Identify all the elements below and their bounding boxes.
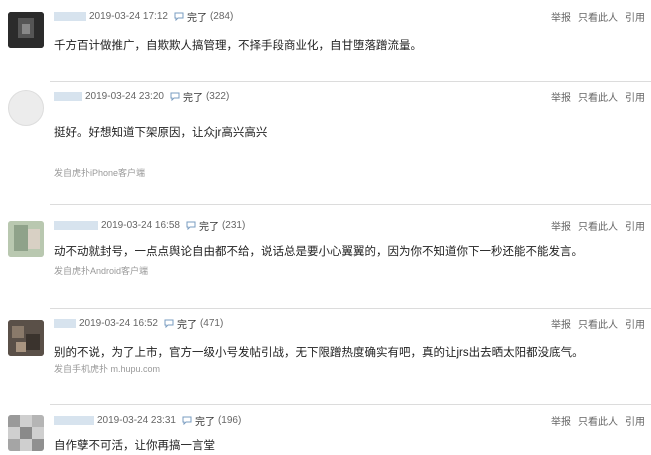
username[interactable]	[54, 11, 86, 21]
avatar[interactable]	[8, 415, 44, 451]
report-link[interactable]: 举报	[551, 89, 571, 104]
quote-link[interactable]: 引用	[625, 9, 645, 24]
comment-actions: 举报 只看此人 引用	[551, 88, 645, 104]
username[interactable]	[54, 318, 76, 328]
reply-author[interactable]: 完了	[199, 218, 219, 233]
reply-icon	[170, 92, 180, 101]
only-this-user-link[interactable]: 只看此人	[578, 316, 618, 331]
reply-author[interactable]: 完了	[187, 9, 207, 24]
comment-actions: 举报 只看此人 引用	[551, 217, 645, 233]
timestamp: 2019-03-24 23:20	[85, 90, 164, 102]
comment-meta: 2019-03-24 16:52 完了 (471)	[54, 315, 223, 331]
only-this-user-link[interactable]: 只看此人	[578, 413, 618, 428]
comment-text: 别的不说，为了上市，官方一级小号发帖引战，无下限蹭热度确实有吧，真的让jrs出去…	[54, 347, 584, 359]
quote-link[interactable]: 引用	[625, 89, 645, 104]
quote-link[interactable]: 引用	[625, 413, 645, 428]
timestamp: 2019-03-24 17:12	[89, 10, 168, 22]
avatar[interactable]	[8, 320, 44, 356]
comment-text: 动不动就封号，一点点舆论自由都不给，说话总是要小心翼翼的，因为你不知道你下一秒还…	[54, 246, 583, 258]
comment-meta: 2019-03-24 23:20 完了 (322)	[54, 88, 229, 104]
quote-link[interactable]: 引用	[625, 218, 645, 233]
reply-author[interactable]: 完了	[195, 413, 215, 428]
timestamp: 2019-03-24 16:52	[79, 317, 158, 329]
comment-actions: 举报 只看此人 引用	[551, 315, 645, 331]
comment-meta: 2019-03-24 23:31 完了 (196)	[54, 412, 241, 428]
timestamp: 2019-03-24 23:31	[97, 414, 176, 426]
avatar[interactable]	[8, 90, 44, 126]
comment-item: 2019-03-24 23:31 完了 (196) 举报 只看此人 引用 自作孽…	[0, 405, 651, 455]
light-count: (471)	[199, 317, 224, 329]
light-count: (231)	[221, 219, 246, 231]
comment-list: 2019-03-24 17:12 完了 (284) 举报 只看此人 引用 千方百…	[0, 0, 651, 455]
reply-icon	[174, 12, 184, 21]
comment-text: 千方百计做推广，自欺欺人搞管理，不择手段商业化，自甘堕落蹭流量。	[54, 40, 422, 52]
comment-text: 自作孽不可活，让你再搞一言堂	[54, 440, 215, 452]
username[interactable]	[54, 220, 98, 230]
only-this-user-link[interactable]: 只看此人	[578, 218, 618, 233]
comment-actions: 举报 只看此人 引用	[551, 412, 645, 428]
light-count: (322)	[205, 90, 230, 102]
client-source: 发自手机虎扑 m.hupu.com	[54, 364, 161, 374]
client-source: 发自虎扑Android客户端	[54, 266, 149, 276]
comment-meta: 2019-03-24 17:12 完了 (284)	[54, 8, 233, 24]
only-this-user-link[interactable]: 只看此人	[578, 9, 618, 24]
report-link[interactable]: 举报	[551, 218, 571, 233]
reply-author[interactable]: 完了	[183, 89, 203, 104]
comment-item: 2019-03-24 23:20 完了 (322) 举报 只看此人 引用 挺好。…	[0, 82, 651, 205]
report-link[interactable]: 举报	[551, 413, 571, 428]
quote-link[interactable]: 引用	[625, 316, 645, 331]
light-count: (196)	[217, 414, 242, 426]
only-this-user-link[interactable]: 只看此人	[578, 89, 618, 104]
username[interactable]	[54, 91, 82, 101]
avatar[interactable]	[8, 12, 44, 48]
avatar[interactable]	[8, 221, 44, 257]
username[interactable]	[54, 415, 94, 425]
report-link[interactable]: 举报	[551, 9, 571, 24]
reply-icon	[182, 416, 192, 425]
light-count: (284)	[209, 10, 234, 22]
comment-meta: 2019-03-24 16:58 完了 (231)	[54, 217, 245, 233]
comment-text: 挺好。好想知道下架原因，让众jr高兴高兴	[54, 127, 268, 139]
reply-icon	[186, 221, 196, 230]
timestamp: 2019-03-24 16:58	[101, 219, 180, 231]
comment-item: 2019-03-24 16:58 完了 (231) 举报 只看此人 引用 动不动…	[0, 205, 651, 309]
client-source: 发自虎扑iPhone客户端	[54, 168, 146, 178]
reply-icon	[164, 319, 174, 328]
comment-item: 2019-03-24 16:52 完了 (471) 举报 只看此人 引用 别的不…	[0, 309, 651, 405]
report-link[interactable]: 举报	[551, 316, 571, 331]
comment-item: 2019-03-24 17:12 完了 (284) 举报 只看此人 引用 千方百…	[0, 0, 651, 82]
comment-actions: 举报 只看此人 引用	[551, 8, 645, 24]
reply-author[interactable]: 完了	[177, 316, 197, 331]
